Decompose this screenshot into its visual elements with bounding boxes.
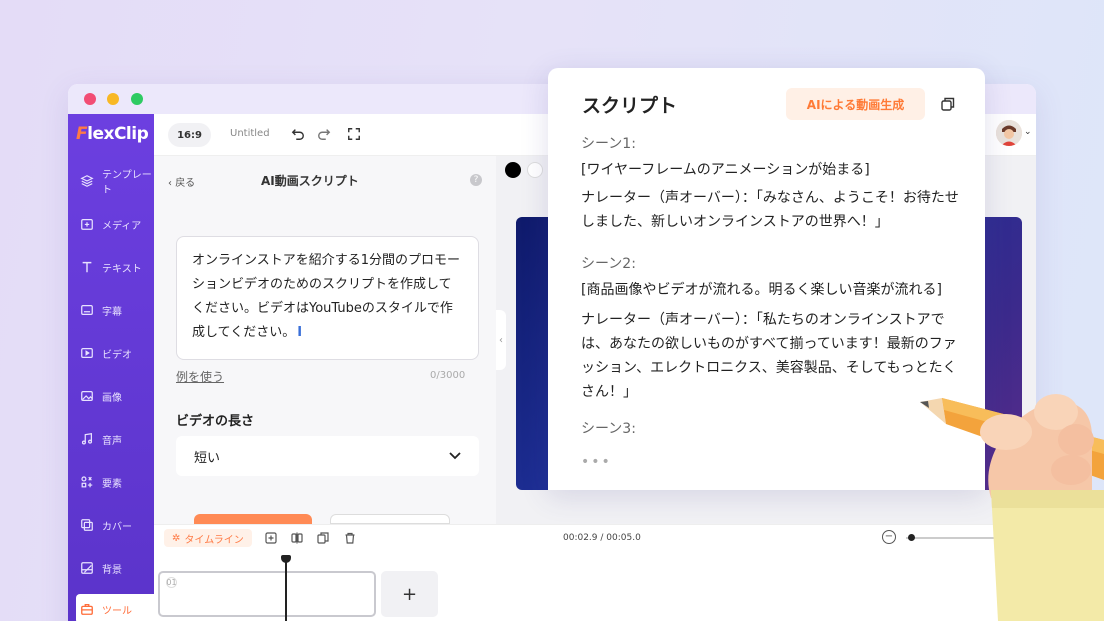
avatar[interactable] — [996, 120, 1022, 146]
trash-icon[interactable] — [343, 531, 357, 545]
timeline: ✲ タイムライン 00:02.9 / 00:05.0 − 01 + — [154, 524, 1036, 621]
clip-number: 01 — [166, 577, 177, 588]
split-icon[interactable] — [290, 531, 304, 545]
playhead-handle[interactable] — [281, 555, 291, 563]
sidebar-item-label: 要素 — [102, 478, 122, 490]
duplicate-icon[interactable] — [316, 531, 330, 545]
add-clip-button[interactable]: + — [381, 571, 438, 617]
ai-video-generate-button[interactable]: AIによる動画生成 — [786, 88, 925, 120]
video-icon — [80, 346, 94, 360]
video-length-label: ビデオの長さ — [176, 414, 255, 429]
panel-title: AI動画スクリプト — [261, 174, 359, 188]
sidebar-item-media[interactable]: メディア — [68, 209, 154, 239]
sidebar-item-label: 字幕 — [102, 306, 122, 318]
sidebar-item-label: ビデオ — [102, 349, 132, 361]
script-prompt-input[interactable]: オンラインストアを紹介する1分間のプロモーションビデオのためのスクリプトを作成し… — [176, 236, 479, 360]
video-length-select[interactable]: 短い — [176, 436, 479, 476]
aspect-ratio-button[interactable]: 16:9 — [168, 123, 211, 147]
text-cursor-icon: I — [297, 325, 303, 340]
hand-pencil-illustration — [920, 394, 1104, 621]
scene-narration: ナレーター（声オーバー）：「私たちのオンラインストアでは、あなたの欲しいものがす… — [581, 312, 957, 400]
add-scene-icon[interactable] — [264, 531, 278, 545]
sidebar-item-label: 背景 — [102, 564, 122, 576]
redo-icon[interactable] — [316, 126, 332, 142]
scene-heading: シーン2: — [581, 256, 636, 272]
prompt-text: オンラインストアを紹介する1分間のプロモーションビデオのためのスクリプトを作成し… — [192, 253, 461, 340]
scene-heading: シーン3: — [581, 421, 636, 437]
sidebar: FlexClip テンプレート メディア テキスト 字幕 ビデオ 画像 音声 要… — [68, 114, 154, 621]
sidebar-item-label: テキスト — [102, 263, 142, 275]
timeline-time: 00:02.9 / 00:05.0 — [563, 533, 641, 543]
close-window-button[interactable] — [84, 93, 96, 105]
timeline-tab[interactable]: ✲ タイムライン — [164, 529, 252, 547]
sidebar-item-background[interactable]: 背景 — [68, 553, 154, 583]
scene-action: [ワイヤーフレームのアニメーションが始まる] — [581, 162, 870, 178]
sidebar-item-tools[interactable]: ツール — [76, 594, 154, 621]
sidebar-item-images[interactable]: 画像 — [68, 381, 154, 411]
sidebar-item-subtitles[interactable]: 字幕 — [68, 295, 154, 325]
sidebar-item-text[interactable]: テキスト — [68, 252, 154, 282]
timeline-clip[interactable]: 01 — [158, 571, 376, 617]
text-icon — [80, 260, 94, 274]
script-title: スクリプト — [582, 95, 678, 117]
image-icon — [80, 389, 94, 403]
use-example-link[interactable]: 例を使う — [176, 368, 224, 385]
elements-icon — [80, 475, 94, 489]
color-swatch-white[interactable] — [527, 162, 543, 178]
help-icon[interactable]: ? — [470, 174, 482, 186]
document-title[interactable]: Untitled — [230, 128, 270, 139]
back-button[interactable]: ‹ 戻る — [168, 174, 195, 189]
sidebar-item-label: 画像 — [102, 392, 122, 404]
fullscreen-icon[interactable] — [346, 126, 362, 142]
copy-icon[interactable] — [940, 96, 956, 112]
scene-heading: シーン1: — [581, 136, 636, 152]
media-folder-icon — [80, 217, 94, 231]
chevron-left-icon: ‹ — [499, 334, 503, 346]
layers-icon — [80, 174, 94, 188]
sidebar-item-label: テンプレート — [102, 170, 152, 196]
sidebar-item-label: 音声 — [102, 435, 122, 447]
minimize-window-button[interactable] — [107, 93, 119, 105]
timeline-icon: ✲ — [172, 532, 181, 544]
toolbox-icon — [80, 602, 94, 616]
chevron-down-icon — [449, 449, 461, 464]
color-swatch-black[interactable] — [505, 162, 521, 178]
ai-script-panel: ‹ 戻る AI動画スクリプト ? オンラインストアを紹介する1分間のプロモーショ… — [154, 156, 496, 524]
scene-action: [商品画像やビデオが流れる。明るく楽しい音楽が流れる] — [581, 282, 942, 298]
character-count: 0/3000 — [430, 370, 466, 381]
undo-icon[interactable] — [290, 126, 306, 142]
sidebar-item-elements[interactable]: 要素 — [68, 467, 154, 497]
sidebar-item-label: カバー — [102, 521, 132, 533]
secondary-button-partial[interactable] — [330, 514, 450, 524]
zoom-slider-handle[interactable] — [908, 534, 915, 541]
more-indicator: ••• — [581, 454, 612, 470]
generate-button-partial[interactable] — [194, 514, 312, 524]
subtitle-icon — [80, 303, 94, 317]
background-icon — [80, 561, 94, 575]
collapse-panel-button[interactable]: ‹ — [496, 310, 506, 370]
maximize-window-button[interactable] — [131, 93, 143, 105]
sidebar-item-label: メディア — [102, 220, 142, 232]
video-length-value: 短い — [194, 450, 221, 466]
sidebar-item-video[interactable]: ビデオ — [68, 338, 154, 368]
scene-narration: ナレーター（声オーバー）：「みなさん、ようこそ！お待たせしました、新しいオンライ… — [581, 190, 959, 230]
chevron-down-icon[interactable]: ⌄ — [1024, 127, 1032, 137]
flexclip-logo[interactable]: FlexClip — [76, 124, 149, 144]
sidebar-item-cover[interactable]: カバー — [68, 510, 154, 540]
sidebar-item-audio[interactable]: 音声 — [68, 424, 154, 454]
zoom-out-icon[interactable]: − — [882, 530, 896, 544]
playhead[interactable] — [285, 555, 287, 621]
cover-icon — [80, 518, 94, 532]
sidebar-item-label: ツール — [102, 605, 132, 617]
sidebar-item-templates[interactable]: テンプレート — [68, 166, 154, 196]
music-icon — [80, 432, 94, 446]
